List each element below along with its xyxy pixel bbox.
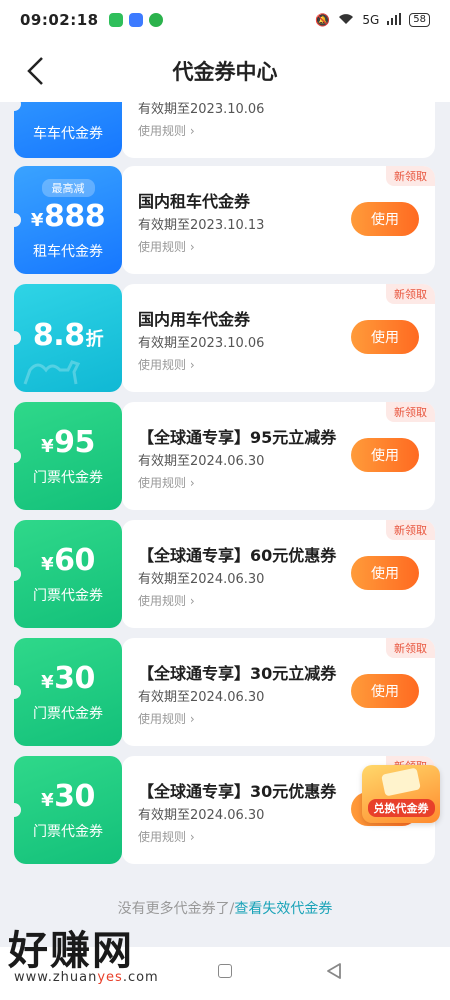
max-discount-tag: 最高减	[41, 179, 95, 197]
coupon-amount: ¥60	[41, 543, 95, 578]
status-indicators: 🔕 5G 58	[315, 12, 430, 28]
wifi-icon	[338, 13, 354, 28]
coupon-type: 门票代金券	[33, 824, 103, 840]
use-button[interactable]: 使用	[351, 320, 419, 354]
coupon-type: 门票代金券	[33, 588, 103, 604]
coupon-card: 8.8折 新领取 国内用车代金券 有效期至2023.10.06 使用规则 › 使…	[14, 284, 435, 392]
coupon-value-panel: ¥30 门票代金券	[14, 638, 122, 746]
nav-bar: 代金券中心	[0, 40, 450, 102]
coupon-rules-link[interactable]: 使用规则 ›	[138, 122, 195, 139]
status-bar: 09:02:18 🔕 5G 58	[0, 0, 450, 40]
new-badge: 新领取	[386, 402, 435, 422]
coupon-rules-link[interactable]: 使用规则 ›	[138, 592, 195, 609]
battery-indicator: 58	[409, 13, 430, 27]
new-badge: 新领取	[386, 638, 435, 658]
coupon-value-panel: ¥95 门票代金券	[14, 402, 122, 510]
coupon-info: 有效期至2023.10.06 使用规则 › 使用	[122, 102, 435, 158]
coupon-amount: ¥888	[30, 199, 106, 234]
coupon-title: 【全球通专享】95元立减券	[138, 428, 337, 447]
status-app-icons	[108, 13, 163, 27]
system-back-button[interactable]	[325, 962, 343, 980]
coupon-value-panel: 车车代金券	[14, 102, 122, 158]
coupon-card: ¥30 门票代金券 新领取 【全球通专享】30元立减券 有效期至2024.06.…	[14, 638, 435, 746]
coupon-expire: 有效期至2024.06.30	[138, 454, 265, 469]
new-badge: 新领取	[386, 166, 435, 186]
wechat-icon	[148, 13, 163, 27]
coupon-title: 【全球通专享】30元立减券	[138, 664, 337, 683]
coupon-card: 车车代金券 有效期至2023.10.06 使用规则 › 使用	[14, 102, 435, 158]
coupon-expire: 有效期至2023.10.06	[138, 336, 265, 351]
coupon-rules-link[interactable]: 使用规则 ›	[138, 356, 195, 373]
camel-icon	[23, 360, 81, 385]
coupon-info: 新领取 国内租车代金券 有效期至2023.10.13 使用规则 › 使用	[122, 166, 435, 274]
coupon-amount: ¥30	[41, 661, 95, 696]
watermark: 好赚网 www.zhuanyes.com	[8, 918, 198, 988]
coupon-value-panel: ¥30 门票代金券	[14, 756, 122, 864]
chevron-left-icon	[27, 57, 43, 85]
coupon-type: 门票代金券	[33, 706, 103, 722]
coupon-rules-link[interactable]: 使用规则 ›	[138, 238, 195, 255]
coupon-info: 新领取 【全球通专享】30元立减券 有效期至2024.06.30 使用规则 › …	[122, 638, 435, 746]
coupon-amount: 8.8折	[32, 318, 104, 353]
coupon-type: 车车代金券	[33, 126, 103, 142]
coupon-value-panel: 8.8折	[14, 284, 122, 392]
coupon-value-panel: ¥60 门票代金券	[14, 520, 122, 628]
coupon-expire: 有效期至2024.06.30	[138, 572, 265, 587]
coupon-card: ¥95 门票代金券 新领取 【全球通专享】95元立减券 有效期至2024.06.…	[14, 402, 435, 510]
ticket-icon	[381, 767, 421, 797]
coupon-expire: 有效期至2023.10.13	[138, 218, 265, 233]
back-button[interactable]	[18, 54, 52, 88]
list-footer: 没有更多代金券了/查看失效代金券	[0, 898, 450, 918]
coupon-expire: 有效期至2024.06.30	[138, 690, 265, 705]
network-type: 5G	[362, 13, 380, 27]
coupon-title: 国内租车代金券	[138, 192, 251, 211]
exchange-coupon-button[interactable]: 兑换代金券	[362, 765, 440, 823]
coupon-expire: 有效期至2023.10.06	[138, 102, 265, 117]
coupon-expire: 有效期至2024.06.30	[138, 808, 265, 823]
use-button[interactable]: 使用	[351, 438, 419, 472]
coupon-info: 新领取 【全球通专享】95元立减券 有效期至2024.06.30 使用规则 › …	[122, 402, 435, 510]
coupon-info: 新领取 国内用车代金券 有效期至2023.10.06 使用规则 › 使用	[122, 284, 435, 392]
use-button[interactable]: 使用	[351, 202, 419, 236]
watermark-text: 好赚网	[8, 928, 134, 974]
coupon-rules-link[interactable]: 使用规则 ›	[138, 710, 195, 727]
new-badge: 新领取	[386, 284, 435, 304]
coupon-rules-link[interactable]: 使用规则 ›	[138, 474, 195, 491]
watermark-url: www.zhuanyes.com	[14, 970, 159, 985]
recents-button[interactable]	[218, 964, 232, 978]
coupon-title: 【全球通专享】60元优惠券	[138, 546, 337, 565]
app-notification-icon	[128, 13, 143, 27]
coupon-card: ¥60 门票代金券 新领取 【全球通专享】60元优惠券 有效期至2024.06.…	[14, 520, 435, 628]
coupon-card: 最高减 ¥888 租车代金券 新领取 国内租车代金券 有效期至2023.10.1…	[14, 166, 435, 274]
status-time: 09:02:18	[20, 11, 99, 29]
coupon-amount: ¥95	[41, 425, 95, 460]
coupon-amount: ¥30	[41, 779, 95, 814]
coupon-title: 国内用车代金券	[138, 310, 251, 329]
app-notification-icon	[108, 13, 123, 27]
coupon-type: 租车代金券	[33, 244, 103, 260]
use-button[interactable]: 使用	[351, 556, 419, 590]
coupon-rules-link[interactable]: 使用规则 ›	[138, 828, 195, 845]
exchange-coupon-label: 兑换代金券	[367, 799, 435, 817]
mute-icon: 🔕	[315, 13, 331, 27]
signal-icon	[387, 12, 402, 28]
new-badge: 新领取	[386, 520, 435, 540]
coupon-info: 新领取 【全球通专享】60元优惠券 有效期至2024.06.30 使用规则 › …	[122, 520, 435, 628]
view-expired-link[interactable]: 查看失效代金券	[234, 901, 332, 917]
coupon-type: 门票代金券	[33, 470, 103, 486]
use-button[interactable]: 使用	[351, 674, 419, 708]
coupon-value-panel: 最高减 ¥888 租车代金券	[14, 166, 122, 274]
page-title: 代金券中心	[172, 60, 278, 84]
no-more-text: 没有更多代金券了/	[117, 901, 235, 917]
coupon-title: 【全球通专享】30元优惠券	[138, 782, 337, 801]
